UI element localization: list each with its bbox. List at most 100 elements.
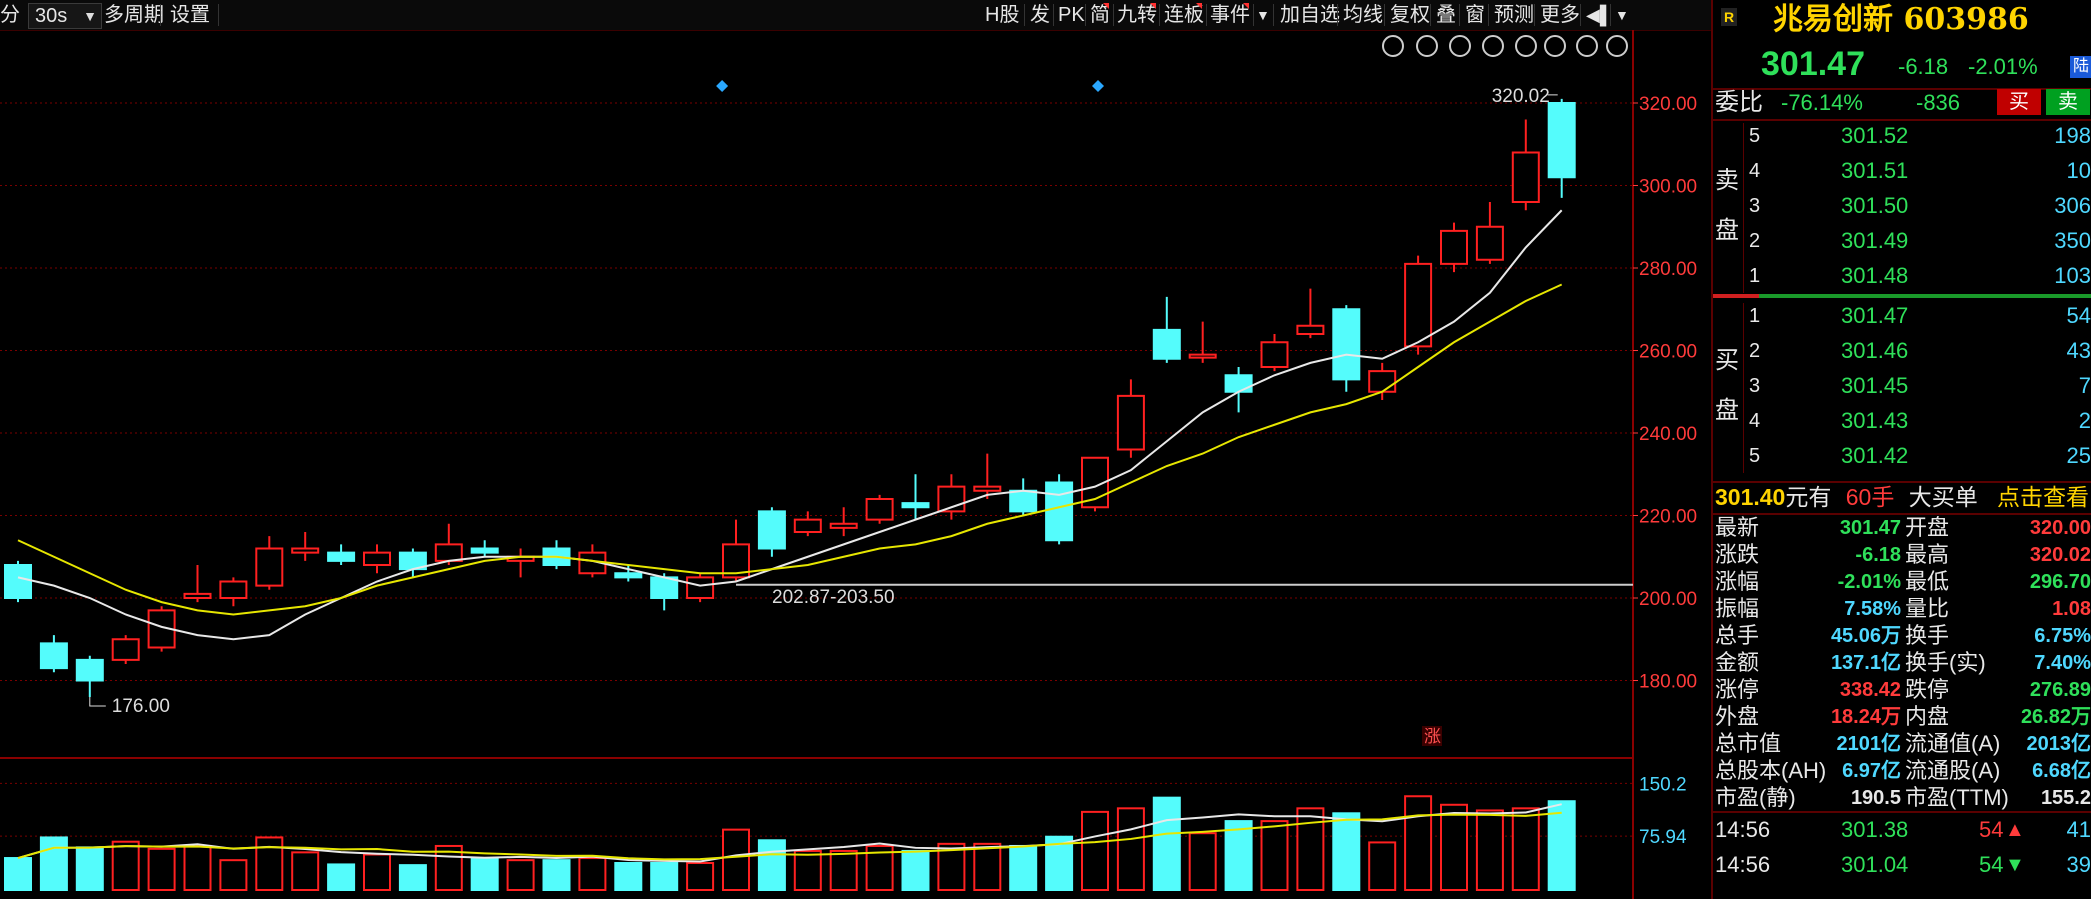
chart-toolbar: 分 30s ▼ 多周期 设置 H股 发 PK 简 九转 连板 事件 ▼ 加自选 均… [0,0,1711,31]
volume-tick-label: 75.94 [1639,827,1687,848]
volume-bar [614,862,643,891]
stat-value: 7.58% [1844,598,1901,620]
book-volume: 350 [2054,228,2091,253]
scissors-icon[interactable] [1515,35,1537,57]
stat-label: 内盘 [1905,704,1950,729]
tick-volume: 54 [1979,852,2004,877]
fa-button[interactable]: 发 [1030,3,1050,27]
stat-value: 338.42 [1839,679,1901,701]
book-price[interactable]: 301.50 [1841,193,1908,219]
candle-body [1368,370,1397,393]
undo-icon[interactable] [1482,35,1504,57]
kline-chart[interactable]: 320.00 300.00 280.00 260.00 240.00 220.00 200.… [0,30,1711,899]
candle-body [434,543,463,562]
book-price[interactable]: 301.52 [1841,123,1908,149]
big-order-link[interactable]: 点击查看 [1997,483,2089,511]
stat-label: 最低 [1905,569,1950,594]
book-level: 3 [1749,195,1761,217]
book-level: 2 [1749,230,1761,252]
candle-body [1296,324,1325,335]
tick-price: 301.38 [1841,817,1909,842]
stat-value: 1.08 [2052,598,2091,620]
stat-value: 6.97亿 [1842,760,1901,782]
forecast-button[interactable]: 预测 [1494,3,1534,27]
multi-period-button[interactable]: 多周期 [104,3,164,27]
arrow-up-icon: ▲ [2005,819,2025,841]
period-value: 30s [35,5,68,27]
stat-label: 涨幅 [1715,569,1760,594]
range-label: 202.87-203.50 [772,587,895,608]
volume-bar [757,839,786,892]
book-price[interactable]: 301.49 [1841,228,1908,254]
quote-panel: R 兆易创新 603986 301.47 -6.18 -2.01% 陆 委比 -… [1711,0,2091,899]
hand-icon[interactable] [1416,35,1438,57]
volume-bar [1511,807,1540,891]
book-price[interactable]: 301.43 [1841,408,1908,434]
book-price[interactable]: 301.42 [1841,443,1908,469]
volume-bar [147,847,176,892]
book-side-divider [1743,123,1744,293]
period-select[interactable]: 30s ▼ [28,3,102,29]
volume-bar [1260,820,1289,892]
book-price[interactable]: 301.45 [1841,373,1908,399]
last-price: 301.47 [1761,45,1865,83]
volume-bar [1332,812,1361,892]
y-tick-label: 200.00 [1639,589,1697,610]
eye-icon[interactable] [1382,35,1404,57]
stat-value: 18.24万 [1830,706,1901,728]
volume-bar [1081,810,1109,891]
volume-ma-white [17,803,1562,863]
book-level: 3 [1749,375,1761,397]
y-tick-label: 240.00 [1639,424,1697,445]
stat-value: 155.2 [2040,787,2091,809]
r-badge: R [1721,8,1737,26]
speaker-icon[interactable]: ◀▌ [1586,3,1613,27]
book-price[interactable]: 301.48 [1841,263,1908,289]
candle-body [1332,308,1361,381]
play-icon[interactable] [1449,35,1471,57]
volume-bar [1368,841,1397,892]
candle-body [1440,229,1468,265]
ma-button[interactable]: 均线 [1343,3,1383,27]
stat-value: 45.06万 [1830,625,1901,647]
book-level: 4 [1749,160,1761,182]
candle-body [1260,341,1289,368]
book-price[interactable]: 301.51 [1841,158,1908,184]
restore-rights-button[interactable]: 复权 [1390,3,1430,27]
big-order-banner[interactable]: 301.40元有 60手 大买单 [1715,483,1978,511]
volume-bar [1188,832,1217,892]
overlay-button[interactable]: 叠 [1436,3,1456,27]
buy-button[interactable]: 买 [1997,89,2041,115]
book-price[interactable]: 301.46 [1841,338,1908,364]
volume-tick-label: 150.2 [1639,774,1687,795]
volume-bar [686,862,715,891]
stat-label: 总手 [1715,623,1760,648]
book-volume: 10 [2066,158,2091,183]
zoom-out-icon[interactable] [1606,35,1628,57]
lock-icon[interactable] [1544,35,1566,57]
add-watchlist-button[interactable]: 加自选 [1280,3,1340,27]
window-button[interactable]: 窗 [1465,3,1485,27]
sell-button[interactable]: 卖 [2046,89,2090,115]
zoom-in-icon[interactable] [1576,35,1598,57]
stat-value: 296.70 [2029,571,2091,593]
y-tick-label: 280.00 [1639,259,1697,280]
settings-button[interactable]: 设置 [170,3,210,27]
volume-bar [1116,807,1145,891]
candle-body [470,547,499,554]
period-fen[interactable]: 分 [0,3,20,27]
chevron-down-icon: ▼ [83,8,97,24]
more-button[interactable]: 更多 [1540,3,1580,27]
y-tick-label: 300.00 [1639,177,1697,198]
candle-body [39,642,68,670]
book-price[interactable]: 301.47 [1841,303,1908,329]
more-dropdown-icon[interactable]: ▼ [1615,3,1629,27]
volume-bar [111,840,140,891]
hk-share-button[interactable]: H股 [985,3,1019,27]
book-level: 1 [1749,305,1761,327]
pk-button[interactable]: PK [1058,3,1085,27]
book-volume: 25 [2066,443,2091,468]
order-ratio-diff: -836 [1916,90,1961,115]
min-price-pointer [89,697,106,707]
events-dropdown-icon[interactable]: ▼ [1256,3,1270,27]
